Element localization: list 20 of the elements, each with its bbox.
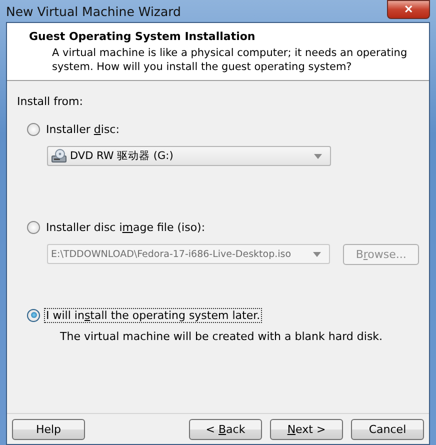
option-label[interactable]: Installer disc: [44,122,122,136]
radio-button[interactable] [27,220,40,234]
cancel-button[interactable]: Cancel [351,418,424,440]
help-button[interactable]: Help [12,418,85,440]
dropdown-arrow-icon [314,154,322,158]
page-description: A virtual machine is like a physical computer; it needs an operating system. How will you install the guest operating system? [51,46,408,74]
radio-button[interactable] [27,122,40,136]
dropdown-arrow-icon [313,252,322,256]
dropdown[interactable]: DVD RW 驱动器 (G:) [47,146,331,166]
section-label: Install from: [17,95,84,108]
next-button[interactable]: Next > [270,418,343,440]
window-title: New Virtual Machine Wizard [6,4,181,18]
back-button[interactable]: < Back [189,418,262,440]
disc-drive-icon [51,148,67,164]
page-heading: Guest Operating System Installation [29,30,256,43]
option-label[interactable]: I will install the operating system later. [44,308,262,322]
radio-button[interactable] [27,308,40,322]
option-label[interactable]: Installer disc image file (iso): [44,220,208,234]
option-note: The virtual machine will be created with a blank hard disk. [59,330,384,343]
close-button[interactable]: ✕ [387,0,430,18]
